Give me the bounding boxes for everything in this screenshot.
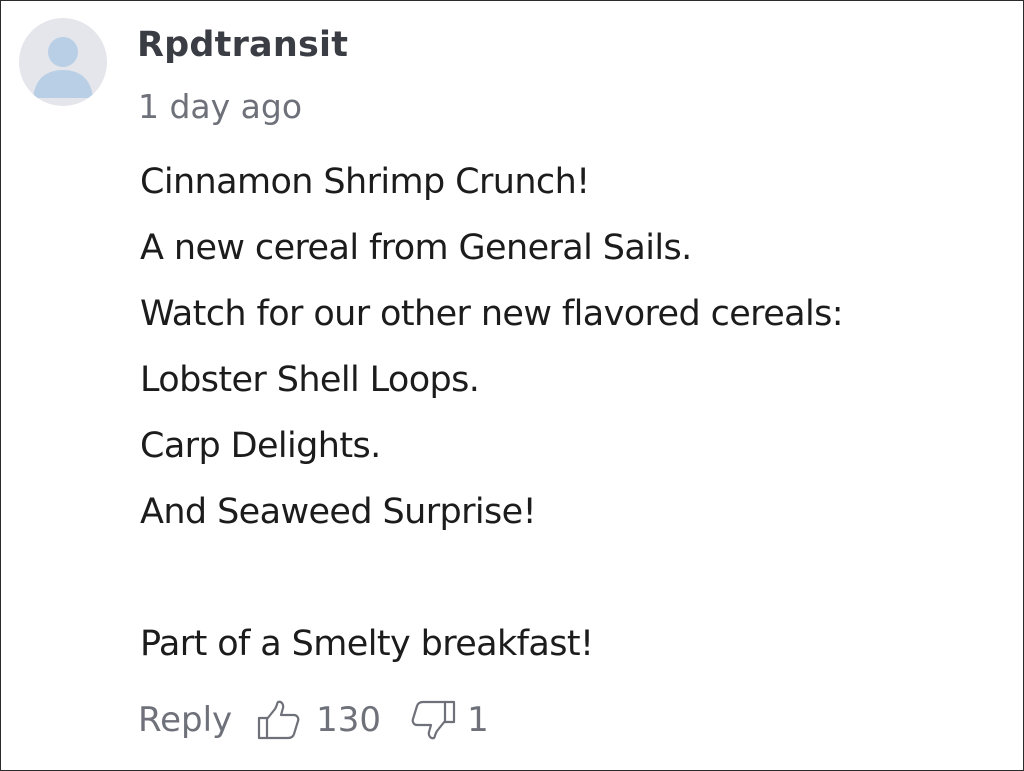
downvote-button[interactable]: 1 — [407, 700, 489, 740]
comment-line: A new cereal from General Sails. — [140, 228, 692, 268]
comment-line: And Seaweed Surprise! — [140, 492, 537, 532]
comment-line: Cinnamon Shrimp Crunch! — [140, 162, 590, 202]
downvote-count: 1 — [467, 700, 489, 740]
comment-line: Watch for our other new flavored cereals… — [140, 294, 844, 334]
comment-line: Lobster Shell Loops. — [140, 360, 480, 400]
comment-actions: Reply 130 1 — [138, 695, 489, 745]
thumbs-down-icon — [411, 700, 456, 740]
upvote-button[interactable]: 130 — [256, 700, 407, 740]
comment-body: Cinnamon Shrimp Crunch! A new cereal fro… — [140, 149, 1020, 677]
upvote-count: 130 — [316, 700, 382, 740]
comment-line: Part of a Smelty breakfast! — [140, 624, 594, 664]
comment-card: Rpdtransit 1 day ago Cinnamon Shrimp Cru… — [0, 0, 1024, 771]
thumbs-up-icon — [258, 700, 300, 740]
reply-button[interactable]: Reply — [138, 700, 232, 740]
avatar[interactable] — [19, 18, 107, 106]
author-name[interactable]: Rpdtransit — [137, 23, 348, 67]
user-silhouette-icon — [33, 37, 93, 98]
comment-timestamp: 1 day ago — [138, 87, 303, 126]
comment-line: Carp Delights. — [140, 426, 381, 466]
